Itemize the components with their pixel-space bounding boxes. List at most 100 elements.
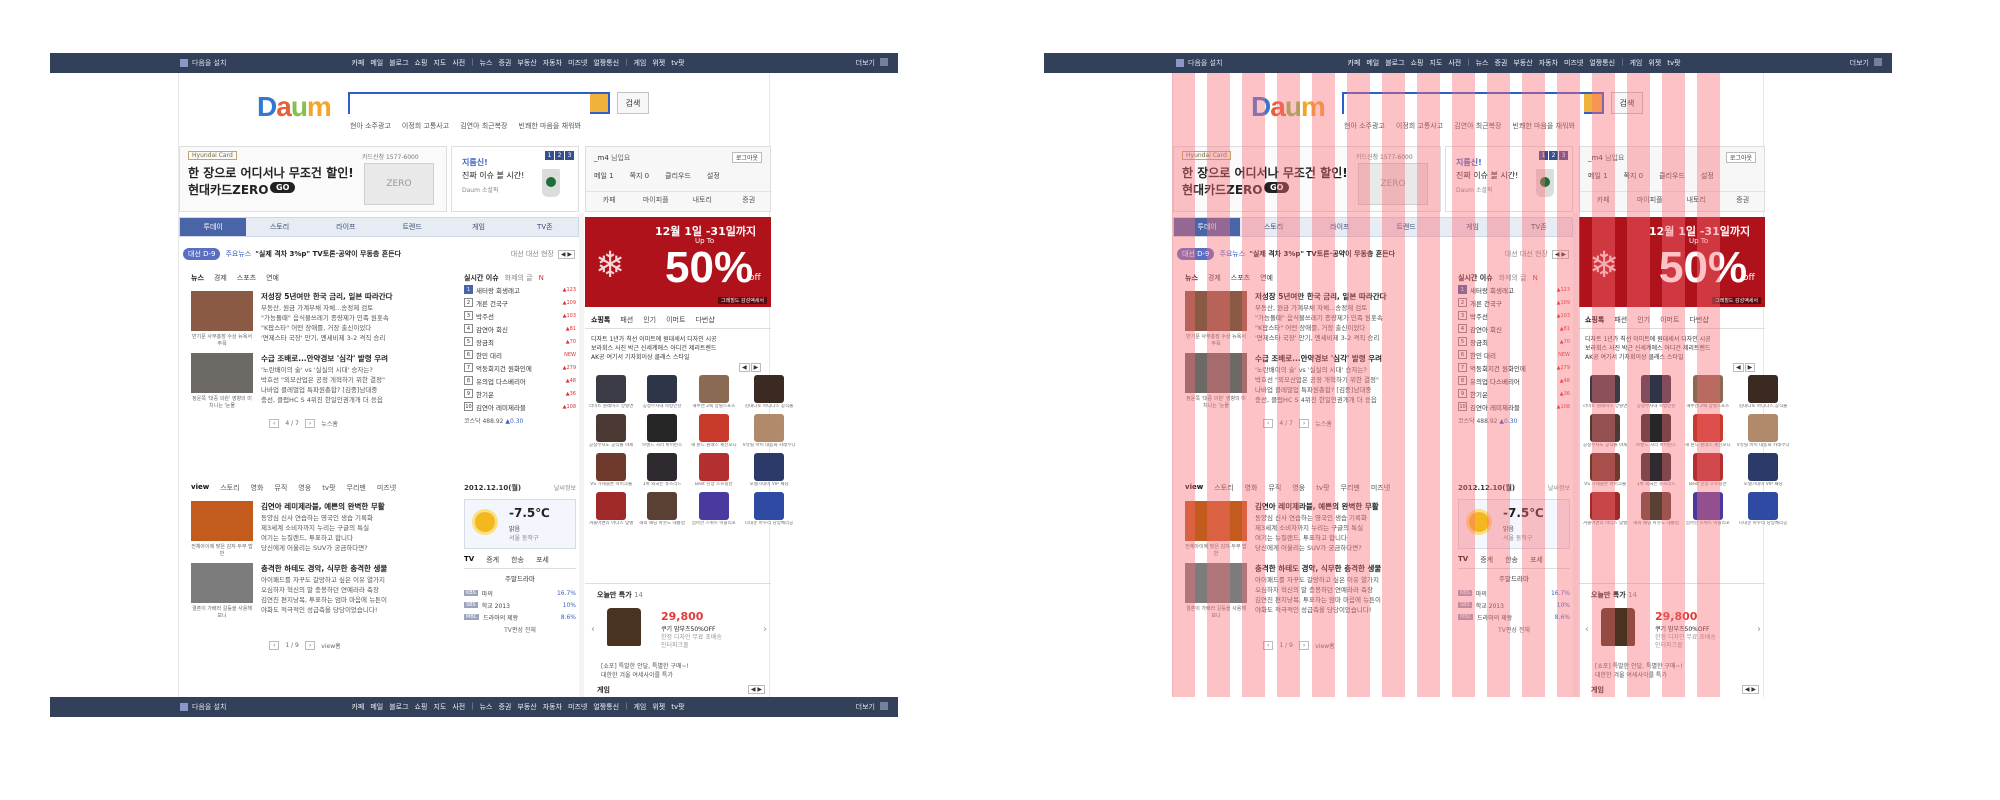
product-item[interactable]: 공정부사대 학령인찬 (1633, 375, 1679, 410)
social-pick-promo[interactable]: 지름신! 진짜 이슈 볼 시간! Daum 소셜픽 1 2 3 (1445, 146, 1573, 212)
trend-item[interactable]: 이정희 고통사고 (402, 121, 449, 131)
view-more[interactable]: view홈 (1315, 641, 1334, 650)
rank-item[interactable]: 6 한민 대리 NEW (1458, 348, 1570, 361)
product-item[interactable]: 해외 패딩 아웃도 대통령 (639, 492, 685, 527)
link-cafe[interactable]: 카페 (1347, 58, 1360, 68)
prev-button[interactable]: ‹ (1263, 641, 1274, 650)
tab-broadcast[interactable]: 증계 (486, 555, 499, 565)
tab-trend[interactable]: 트렌드 (1373, 218, 1439, 236)
pager-2[interactable]: 2 (1549, 151, 1558, 160)
tab-sports[interactable]: 스포츠 (237, 273, 256, 283)
link-news[interactable]: 뉴스 (480, 58, 493, 68)
news-title[interactable]: 수급 조배로...안약경보 '심각' 발령 우려 (1255, 353, 1382, 364)
news-item[interactable]: 정운쪽 '대중 의원' 영향의 미치니는 '눈물 수급 조배로...안약경보 '… (1185, 353, 1435, 413)
tab-tvpot[interactable]: tv팟 (1316, 483, 1329, 493)
search-input[interactable] (350, 97, 590, 115)
pager-1[interactable]: 1 (1539, 151, 1548, 160)
view-item[interactable]: 결혼이 가배라 갈등을 사용해보니 충격한 하테도 경악, 식무한 충격한 생물… (1185, 563, 1435, 623)
tab-popular[interactable]: 인기 (1637, 315, 1650, 325)
news-line[interactable]: '면제스타 국장' 만기, 멘세비제 3-2 격직 승리 (261, 332, 385, 342)
product-item[interactable]: 겨울어밴리 아더스 맞벌 (1583, 492, 1627, 527)
news-item[interactable]: 반기문 사무총장 수상 뉴욕서 주목 저성장 5년여만 한국 금리, 일본 따라… (1185, 291, 1435, 351)
daum-logo[interactable]: Daum (257, 91, 332, 123)
social-pick-promo[interactable]: 지름신! 진짜 이슈 볼 시간! Daum 소셜픽 1 2 3 (451, 146, 579, 212)
link-map[interactable]: 지도 (1429, 58, 1442, 68)
shopping-news-item[interactable]: AK공 여기서 기자회이상 클래스 스타일 (1585, 353, 1761, 362)
shortcut-cafe[interactable]: 카페 (1580, 192, 1627, 207)
card-banner[interactable]: Hyundai Card 한 장으로 어디서나 무조건 할인! 현대카드ZERO… (1173, 146, 1441, 212)
view-line[interactable]: 동양심 신사 연습하는 영국인 생습 기록화 (1255, 512, 1367, 522)
news-line[interactable]: 부동산, 원금 가계부채 자체...송정제 검토 (261, 302, 373, 312)
deal-image[interactable] (607, 608, 641, 646)
tv-row[interactable]: SBS 학교 2013 10% (1458, 599, 1570, 611)
mail-link[interactable]: 메일 1 (594, 171, 614, 181)
install-link[interactable]: 다음을 설치 (180, 58, 226, 68)
product-item[interactable]: 공정부사도 공식몰 야세 (1583, 414, 1627, 449)
deal-description[interactable]: 쿠기 맘부츠50%OFF 한정 디자인 무료 초배송 인터파크몰 (661, 626, 722, 650)
trend-item[interactable]: 현아 소주광고 (1344, 121, 1385, 131)
go-button[interactable]: GO (1264, 182, 1290, 193)
link-car[interactable]: 자동차 (543, 702, 562, 712)
tab-hansong[interactable]: 한송 (1505, 555, 1518, 565)
rank-item[interactable]: 2 개른 건국구 ▲109 (1458, 296, 1570, 309)
trend-item[interactable]: 김연아 최근복장 (1454, 121, 1501, 131)
product-item[interactable]: 1위 외국은 슈즈리드 (639, 453, 685, 488)
news-more[interactable]: 뉴스홈 (1315, 419, 1332, 428)
next-button[interactable]: › (304, 419, 316, 428)
tv-row[interactable]: KBS 마의 16.7% (1458, 587, 1570, 599)
link-miznet[interactable]: 미즈넷 (568, 702, 587, 712)
tab-view-story[interactable]: 스토리 (1214, 483, 1233, 493)
link-realestate[interactable]: 부동산 (517, 58, 536, 68)
more-menu[interactable]: 더보기 (856, 702, 888, 712)
link-cafe[interactable]: 카페 (351, 58, 364, 68)
tab-broadcast[interactable]: 증계 (1480, 555, 1493, 565)
product-item[interactable]: V유틸 아이 대동화 카레부다 (743, 414, 796, 449)
cloud-link[interactable]: 클리우드 (665, 171, 691, 181)
view-title[interactable]: 김연아 레미제라블, 예쁜의 완벽한 무활 (1255, 501, 1379, 512)
tab-game[interactable]: 게임 (445, 218, 511, 236)
link-dict[interactable]: 사전 (452, 58, 465, 68)
tab-hansong[interactable]: 한송 (511, 555, 524, 565)
rank-item[interactable]: 3 박주선 ▲103 (464, 309, 576, 322)
link-widget[interactable]: 위젯 (652, 58, 665, 68)
link-news[interactable]: 뉴스 (1476, 58, 1489, 68)
product-item[interactable]: 김대다토 아디다스 공식몰 (1737, 375, 1790, 410)
view-item[interactable]: 전체아이에 맞은 감자·두부 밥반 김연아 레미제라블, 예쁜의 완벽한 무활 … (1185, 501, 1435, 561)
view-title[interactable]: 충격한 하테도 경악, 식무한 충격한 생물 (261, 563, 387, 574)
next-button[interactable]: ▶ (1744, 363, 1756, 372)
news-line[interactable]: '노란배이의 술' vs '실실의 시대' 승자는? (1255, 364, 1367, 374)
link-realestate[interactable]: 부동산 (1513, 58, 1532, 68)
tab-popular[interactable]: 인기 (643, 315, 656, 325)
sale-ad[interactable]: ❄ 12월 1일 -31일까지 Up To 50% off 그레힐드 감성액세서 (585, 217, 771, 307)
tab-posse[interactable]: 포세 (1530, 555, 1543, 565)
rank-item[interactable]: 9 한기운 ▲36 (464, 387, 576, 400)
trend-item[interactable]: 빈쾌한 마음을 채워봐 (1513, 121, 1575, 131)
link-mail[interactable]: 메일 (370, 58, 383, 68)
link-game[interactable]: 게임 (633, 702, 646, 712)
shopping-news-item[interactable]: 디자트 1년가 칙선 이미트에 원대세서 디자인 시공 (591, 335, 767, 344)
product-item[interactable]: 김대다토 아디다스 공식몰 (743, 375, 796, 410)
link-car[interactable]: 자동차 (1539, 58, 1558, 68)
next-button[interactable]: › (1298, 419, 1310, 428)
tab-hero[interactable]: 영웅 (298, 483, 311, 493)
tab-sports[interactable]: 스포츠 (1231, 273, 1250, 283)
news-item[interactable]: 반기문 사무총장 수상 뉴욕서 주목 저성장 5년여만 한국 금리, 일본 따라… (191, 291, 441, 351)
tv-more[interactable]: TV편성 전체 (1458, 625, 1570, 634)
news-line[interactable]: "가능돌때" 음식물쓰레기 종량제가 민족 원훗속 (1255, 312, 1383, 322)
tab-shoptalk[interactable]: 쇼핑톡 (1585, 315, 1604, 325)
tab-emart[interactable]: 이머트 (666, 315, 685, 325)
rank-item[interactable]: 8 유의업 다스베리어 ▲48 (464, 374, 576, 387)
rank-item[interactable]: 1 새터랑 회생래고 ▲123 (1458, 283, 1570, 296)
product-item[interactable]: V유틸 아이 대동화 카레부다 (1737, 414, 1790, 449)
shopping-news-item[interactable]: 보라회스 사진 박근 신세계에스 아디건 제리트렌드 (591, 344, 767, 353)
deal-extra[interactable]: [쇼포] 특발한 안달, 특별한 구매~! 대한한 겨울 여세사이를 특가 (1595, 662, 1683, 680)
link-dict[interactable]: 사전 (452, 702, 465, 712)
tab-view[interactable]: view (1185, 483, 1203, 493)
chevron-left-icon[interactable]: ‹ (591, 624, 595, 635)
tab-music[interactable]: 뮤직 (1268, 483, 1281, 493)
rank-item[interactable]: 3 박주선 ▲103 (1458, 309, 1570, 322)
product-item[interactable]: 나대문 아우리 당망체리공 (743, 492, 796, 527)
tab-economy[interactable]: 경제 (214, 273, 227, 283)
tab-news[interactable]: 뉴스 (1185, 273, 1198, 283)
link-tvpot[interactable]: tv팟 (671, 58, 684, 68)
